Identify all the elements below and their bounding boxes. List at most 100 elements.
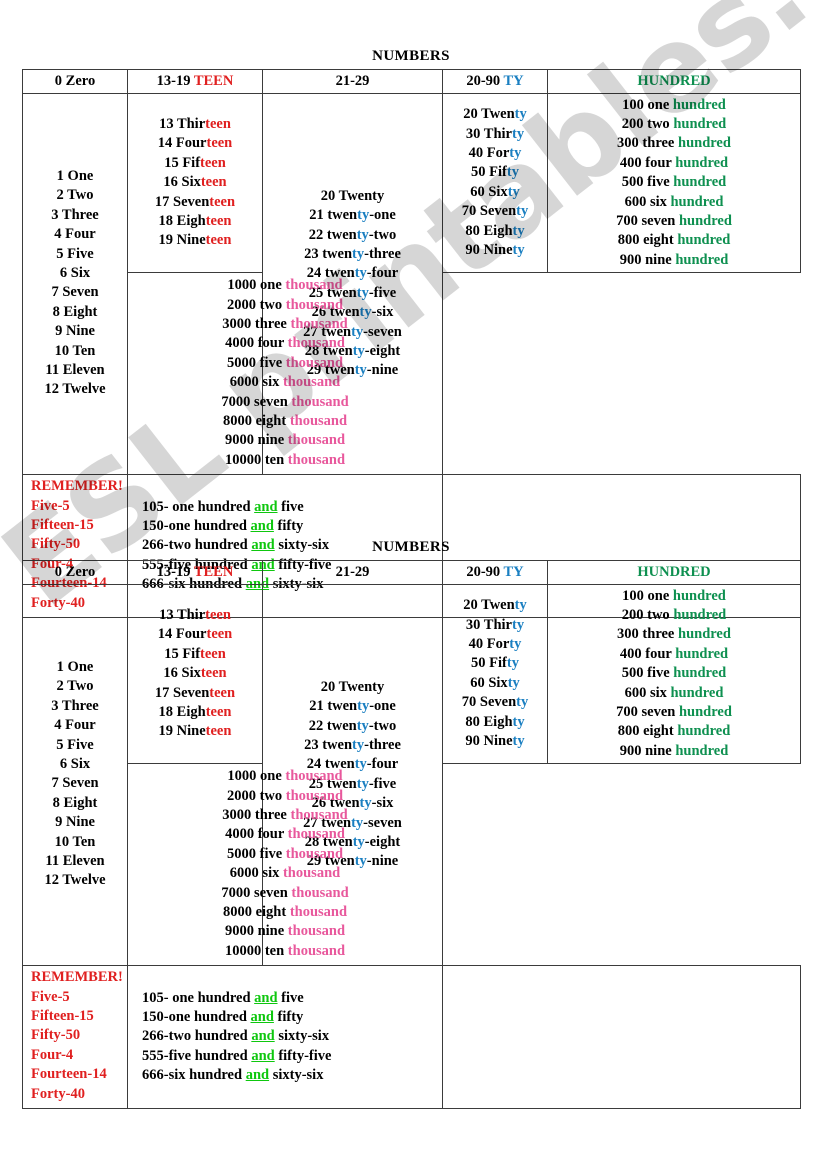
list-item: 2 Two [56,187,94,204]
numbers-table-2: 0 Zero 13-19 TEEN 21-29 20-90 TY HUNDRED… [22,559,801,1110]
list-item: 50 Fifty [471,655,519,672]
header-units: 0 Zero [22,559,128,585]
list-item: 3 Three [51,697,99,714]
list-item: 19 Nineteen [158,723,232,740]
examples-list: 105- one hundred and five 150-one hundred… [128,989,442,1086]
list-item: 8 Eight [52,303,98,320]
cell-units: 1 One 2 Two 3 Three 4 Four 5 Five 6 Six 7 Seve… [22,92,128,476]
list-item: 9000 nine thousand [224,432,346,449]
list-item: 17 Seventeen [154,193,236,210]
list-item: 10 Ten [54,833,96,850]
list-item: 900 nine hundred [619,251,729,268]
list-item: 666-six hundred and sixty-six [142,1067,324,1084]
list-item: Fifteen-15 [31,1008,94,1025]
cell-thousands-continued [442,965,801,1110]
list-item: Five-5 [31,497,70,514]
list-item: 40 Forty [468,636,522,653]
table-body-row: 1 One 2 Two 3 Three 4 Four 5 Five 6 Six 7 Seve… [22,92,801,476]
list-item: 7 Seven [51,284,99,301]
list-item: 30 Thirty [465,616,525,633]
worksheet-copy-1: NUMBERS 0 Zero 13-19 TEEN 21-29 20-90 TY… [22,48,801,619]
ty-list: 20 Twenty 30 Thirty 40 Forty 50 Fifty 60 Six… [443,105,547,260]
list-item: 100 one hundred [622,587,726,604]
list-item: 9 Nine [55,323,95,340]
list-item: 150-one hundred and fifty [142,518,304,535]
list-item: 70 Seventy [461,694,529,711]
and-keyword: and [250,1009,274,1026]
table-body-row: 1 One 2 Two 3 Three 4 Four 5 Five 6 Six 7 Seve… [22,583,801,967]
list-item: 23 twenty-three [304,246,401,263]
list-item: 12 Twelve [44,381,106,398]
list-item: 105- one hundred and five [142,498,304,515]
cell-remember: REMEMBER! Five-5 Fifteen-15 Fifty-50 Four-4 F… [22,965,128,1110]
cell-teens: 13 Thirteen 14 Fourteen 15 Fifteen 16 Sixte… [127,92,263,274]
list-item: 23 twenty-three [304,737,401,754]
list-item: 700 seven hundred [616,212,732,229]
table-remember-row: REMEMBER! Five-5 Fifteen-15 Fifty-50 Four-4 F… [22,965,801,1110]
and-keyword: and [245,1067,270,1084]
table-header-row: 0 Zero 13-19 TEEN 21-29 20-90 TY HUNDRED [22,559,801,585]
teens-list: 13 Thirteen 14 Fourteen 15 Fifteen 16 Sixte… [128,606,262,742]
list-item: 200 two hundred [621,115,727,132]
list-item: Fourteen-14 [31,1066,107,1083]
and-keyword: and [250,518,274,535]
list-item: 7000 seven thousand [221,393,349,410]
list-item: 15 Fifteen [164,154,226,171]
list-item: 10000 ten thousand [224,451,346,468]
list-item: 18 Eighteen [158,703,232,720]
cell-units: 1 One 2 Two 3 Three 4 Four 5 Five 6 Six 7 Seve… [22,583,128,967]
and-keyword: and [254,498,278,515]
list-item: 700 seven hundred [616,703,732,720]
list-item: 300 three hundred [617,626,731,643]
header-hundred: HUNDRED [547,68,801,94]
header-twenties: 21-29 [262,559,443,585]
list-item: Five-5 [31,988,70,1005]
cell-ty: 20 Twenty 30 Thirty 40 Forty 50 Fifty 60 Six… [442,92,548,274]
list-item: 12 Twelve [44,872,106,889]
hundreds-list: 100 one hundred 200 two hundred 300 three … [548,96,800,271]
list-item: 13 Thirteen [159,115,231,132]
page-title: NUMBERS [372,48,450,64]
list-item: 11 Eleven [45,361,105,378]
remember-list: REMEMBER! Five-5 Fifteen-15 Fifty-50 Four-4 F… [23,968,127,1104]
list-item: 22 twenty-two [308,226,397,243]
list-item: Fifteen-15 [31,517,94,534]
list-item: 17 Seventeen [154,684,236,701]
list-item: 8 Eight [52,794,98,811]
teens-list: 13 Thirteen 14 Fourteen 15 Fifteen 16 Sixte… [128,115,262,251]
list-item: 14 Fourteen [157,626,233,643]
header-hundred: HUNDRED [547,559,801,585]
list-item: 21 twenty-one [309,698,396,715]
list-item: 555-five hundred and fifty-five [142,1047,332,1064]
list-item: 500 five hundred [621,665,727,682]
list-item: 5 Five [56,736,94,753]
cell-hundreds: 100 one hundred 200 two hundred 300 three … [547,92,801,274]
list-item: 15 Fifteen [164,645,226,662]
list-item: 5 Five [56,245,94,262]
list-item: 14 Fourteen [157,135,233,152]
list-item: 16 Sixteen [163,174,227,191]
list-item: 40 Forty [468,145,522,162]
units-list: 1 One 2 Two 3 Three 4 Four 5 Five 6 Six 7 Seve… [23,658,127,891]
list-item: 4 Four [54,226,96,243]
list-item: 100 one hundred [622,96,726,113]
list-item: 6 Six [59,264,91,281]
list-item: 18 Eighteen [158,212,232,229]
list-item: 800 eight hundred [617,723,731,740]
cell-examples: 105- one hundred and five 150-one hundred… [127,965,443,1110]
list-item: 20 Twenty [463,106,527,123]
worksheet-page: ESL printables.com NUMBERS 0 Zero 13-19 … [0,0,821,1161]
header-ty: 20-90 TY [442,559,548,585]
list-item: 10000 ten thousand [224,942,346,959]
and-keyword: and [254,989,278,1006]
remember-heading: REMEMBER! [31,478,123,495]
list-item: 400 four hundred [619,154,729,171]
list-item: 60 Sixty [470,183,520,200]
list-item: 4 Four [54,717,96,734]
list-item: 30 Thirty [465,125,525,142]
list-item: 90 Ninety [465,242,525,259]
list-item: 600 six hundred [624,193,724,210]
list-item: 16 Sixteen [163,665,227,682]
list-item: 1 One [56,658,94,675]
list-item: 13 Thirteen [159,606,231,623]
